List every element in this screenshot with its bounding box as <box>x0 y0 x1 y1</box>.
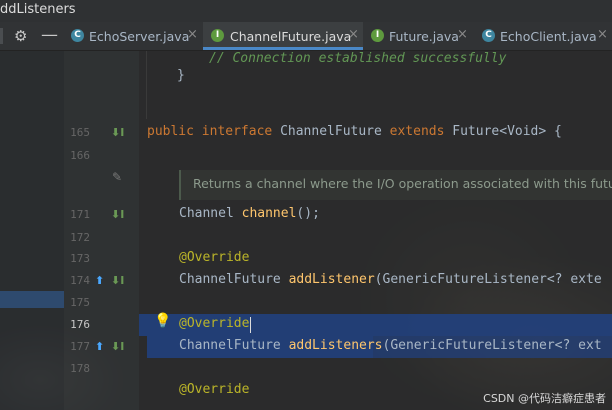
code-line-177: ChannelFuture addListeners(GenericFuture… <box>179 338 602 353</box>
doc-comment-block: Returns a channel where the I/O operatio… <box>179 170 612 200</box>
close-icon[interactable]: × <box>597 27 608 42</box>
interface-icon: I <box>211 29 224 42</box>
watermark: CSDN @代码洁癖症患者 <box>483 392 606 405</box>
window-title: ddListeners <box>0 2 76 17</box>
line-number: 177 <box>70 340 90 353</box>
doc-comment-text: Returns a channel where the I/O operatio… <box>193 176 612 191</box>
interface-icon: I <box>371 29 384 42</box>
text-caret <box>250 317 251 333</box>
project-selected-row[interactable] <box>0 291 64 308</box>
line-number: 178 <box>70 362 90 375</box>
implemented-icon[interactable]: ⬇I <box>111 340 124 353</box>
class-icon: C <box>482 29 495 42</box>
code-comment: // Connection established successfully <box>209 51 507 66</box>
code-line-174: ChannelFuture addListener(GenericFutureL… <box>179 272 602 287</box>
implemented-icon[interactable]: ⬇I <box>111 274 124 287</box>
edit-doc-icon[interactable]: ✎ <box>112 170 122 184</box>
tab-echoserver[interactable]: C EchoServer.java × <box>64 22 203 50</box>
class-icon: C <box>71 29 84 42</box>
line-number: 172 <box>70 231 90 244</box>
line-number: 166 <box>70 149 90 162</box>
overrides-icon[interactable]: ⬆ <box>95 274 104 287</box>
code-annotation: @Override <box>179 250 250 265</box>
code-annotation: @Override <box>179 316 250 331</box>
tab-label: ChannelFuture.java <box>230 29 352 44</box>
indent-guide <box>146 51 147 119</box>
tab-label: EchoClient.java <box>500 29 597 44</box>
code-brace: } <box>177 68 185 83</box>
code-annotation: @Override <box>179 382 250 397</box>
close-icon[interactable]: × <box>187 27 198 42</box>
implemented-icon[interactable]: ⬇I <box>111 208 124 221</box>
code-line-171: Channel channel(); <box>179 206 320 221</box>
tab-channelfuture[interactable]: I ChannelFuture.java × <box>203 22 363 50</box>
code-line-165: public interface ChannelFuture extends F… <box>147 124 562 139</box>
project-toolbar: ⚙ — <box>0 22 64 51</box>
tab-label: Future.java <box>389 29 459 44</box>
line-number: 165 <box>70 126 90 139</box>
project-panel[interactable] <box>0 51 64 410</box>
lightbulb-icon[interactable]: 💡 <box>154 313 171 329</box>
close-icon[interactable]: × <box>457 27 468 42</box>
gear-icon[interactable]: ⚙ <box>14 27 27 45</box>
line-number: 175 <box>70 296 90 309</box>
overrides-icon[interactable]: ⬆ <box>95 340 104 353</box>
line-number: 176 <box>70 318 90 331</box>
line-number: 173 <box>70 252 90 265</box>
line-number: 171 <box>70 208 90 221</box>
title-bar: ddListeners <box>0 0 612 22</box>
tab-future[interactable]: I Future.java × <box>363 22 474 50</box>
toolbar-separator <box>0 28 3 44</box>
implemented-icon[interactable]: ⬇I <box>111 126 124 139</box>
editor-tabs: C EchoServer.java × I ChannelFuture.java… <box>64 22 612 51</box>
close-icon[interactable]: × <box>348 27 359 42</box>
tab-echoclient[interactable]: C EchoClient.java × <box>474 22 612 50</box>
line-number: 174 <box>70 274 90 287</box>
tab-label: EchoServer.java <box>89 29 190 44</box>
minus-icon[interactable]: — <box>41 25 58 45</box>
